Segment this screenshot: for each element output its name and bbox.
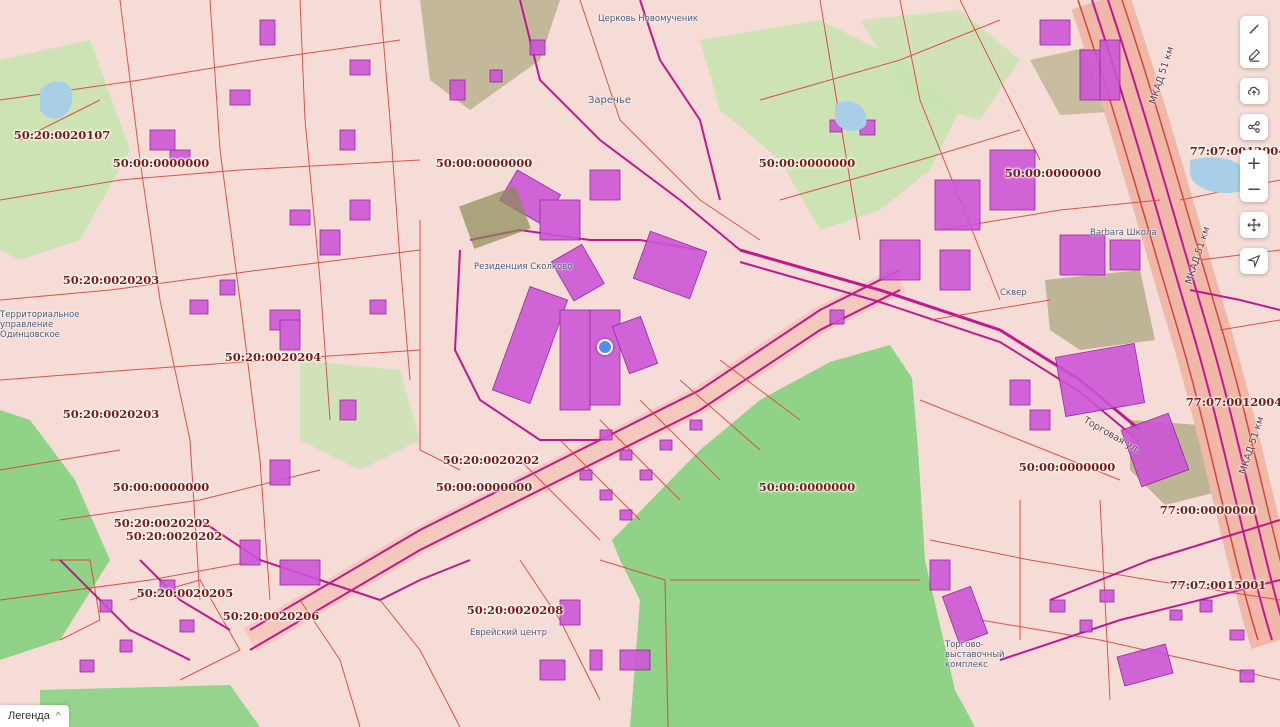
cadastral-label[interactable]: 50:00:0000000 <box>113 480 210 494</box>
place-label: Резиденция Сколково <box>474 262 573 272</box>
legend-label: Легенда <box>8 710 50 722</box>
place-label: Сквер <box>1000 288 1027 298</box>
cadastral-label[interactable]: 50:20:0020202 <box>114 516 211 530</box>
cadastral-map[interactable] <box>0 0 1280 727</box>
move-icon[interactable] <box>1240 212 1268 238</box>
cadastral-label[interactable]: 50:20:0020203 <box>63 273 160 287</box>
cadastral-label[interactable]: 50:00:0000000 <box>759 480 856 494</box>
cadastral-label[interactable]: 77:07:0015001 <box>1170 578 1267 592</box>
draw-tools-group <box>1240 16 1268 68</box>
cadastral-label[interactable]: 50:20:0020107 <box>14 128 111 142</box>
legend-button[interactable]: Легенда ^ <box>0 705 69 727</box>
cadastral-label[interactable]: 50:00:0000000 <box>436 156 533 170</box>
zoom-out-button[interactable]: − <box>1240 176 1268 202</box>
zoom-in-button[interactable]: + <box>1240 150 1268 176</box>
cloud-upload-icon[interactable] <box>1240 78 1268 104</box>
place-label: Территориальное управление Одинцовское <box>0 310 80 340</box>
cadastral-label[interactable]: 50:00:0000000 <box>1019 460 1116 474</box>
locate-icon[interactable] <box>1240 248 1268 274</box>
cadastral-label[interactable]: 50:20:0020208 <box>467 603 564 617</box>
cadastral-label[interactable]: 50:20:0020202 <box>126 529 223 543</box>
cadastral-label[interactable]: 50:00:0000000 <box>113 156 210 170</box>
place-label: Заречье <box>588 95 631 106</box>
zoom-group: + − <box>1240 150 1268 202</box>
place-label: Церковь Новомученик <box>598 14 698 24</box>
cadastral-label[interactable]: 50:00:0000000 <box>436 480 533 494</box>
cadastral-label[interactable]: 50:20:0020206 <box>223 609 320 623</box>
share-group <box>1240 114 1268 140</box>
place-label: Еврейский центр <box>470 628 548 638</box>
cadastral-label[interactable]: 77:00:0000000 <box>1160 503 1257 517</box>
cadastral-label[interactable]: 50:20:0020205 <box>137 586 234 600</box>
ruler-icon[interactable] <box>1240 16 1268 42</box>
map-toolbar: + − <box>1240 16 1268 284</box>
chevron-up-icon: ^ <box>55 710 61 722</box>
forest-area-south <box>40 685 260 727</box>
move-group <box>1240 212 1268 238</box>
locate-group <box>1240 248 1268 274</box>
place-label: Barbara Школа <box>1090 228 1157 238</box>
cadastral-label[interactable]: 77:07:0012004 <box>1186 395 1280 409</box>
upload-group <box>1240 78 1268 104</box>
location-marker-icon[interactable] <box>597 339 613 355</box>
cadastral-label[interactable]: 50:00:0000000 <box>759 156 856 170</box>
cadastral-label[interactable]: 50:00:0000000 <box>1005 166 1102 180</box>
cadastral-label[interactable]: 50:20:0020204 <box>225 350 322 364</box>
cadastral-label[interactable]: 50:20:0020202 <box>443 453 540 467</box>
edit-icon[interactable] <box>1240 42 1268 68</box>
place-label: Торгово-выставочный комплекс <box>945 640 1005 670</box>
cadastral-label[interactable]: 50:20:0020203 <box>63 407 160 421</box>
share-icon[interactable] <box>1240 114 1268 140</box>
